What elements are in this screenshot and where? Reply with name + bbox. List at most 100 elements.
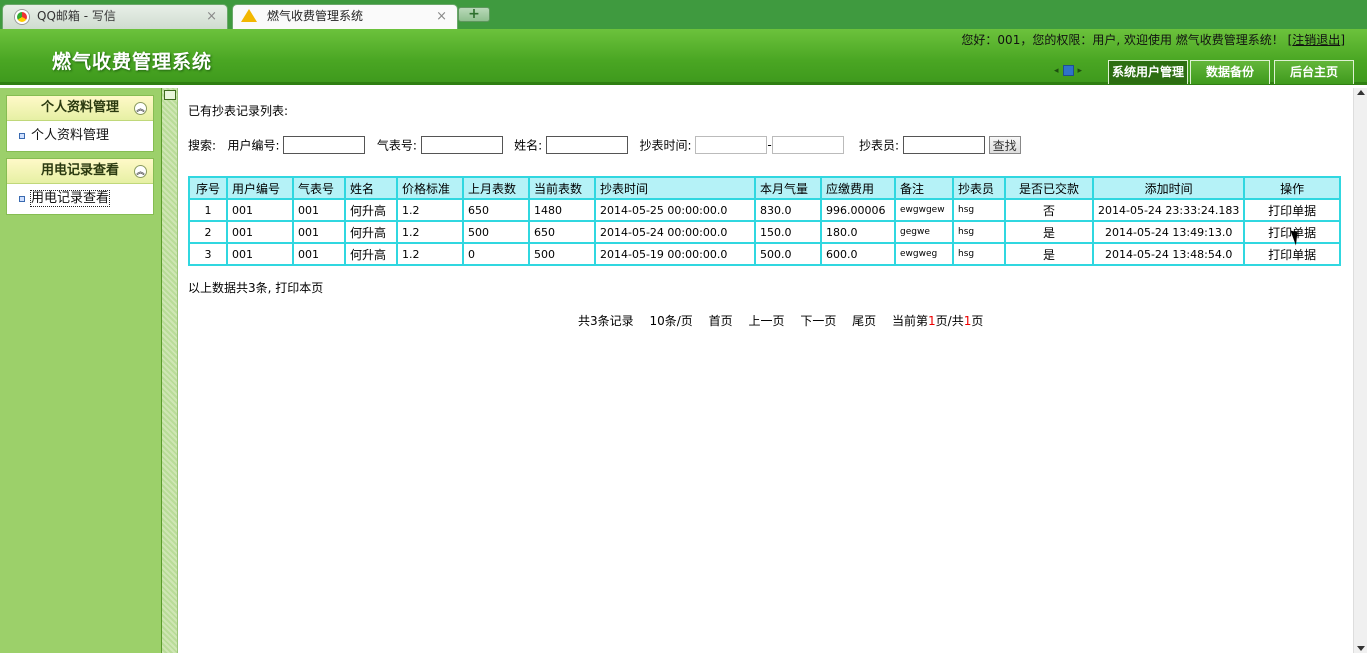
table-cell: 1.2	[396, 220, 464, 244]
vertical-scrollbar[interactable]	[1353, 88, 1367, 653]
table-cell: 2014-05-24 13:49:13.0	[1091, 220, 1246, 244]
pager-total: 共3条记录	[578, 314, 634, 328]
column-header: 抄表员	[952, 176, 1006, 200]
column-header: 价格标准	[396, 176, 464, 200]
search-button[interactable]: 查找	[988, 136, 1021, 154]
pager-current-page: 1	[928, 314, 936, 328]
table-row: 2 001 001 何升高 1.2 500 650 2014-05-24 00:…	[188, 220, 1341, 244]
reader-label: 抄表员:	[858, 138, 900, 153]
table-cell: 0	[462, 242, 530, 266]
sidebar-panel-header[interactable]: 个人资料管理 ︽	[7, 96, 153, 121]
reader-input[interactable]	[902, 136, 985, 154]
table-cell: 否	[1004, 198, 1094, 222]
sidebar-item-profile[interactable]: 个人资料管理	[7, 121, 153, 151]
table-cell: hsg	[952, 198, 1006, 222]
pager-first-link[interactable]: 首页	[709, 314, 733, 328]
splitter-handle-icon[interactable]	[164, 90, 176, 100]
pager-current-prefix: 当前第	[892, 314, 929, 328]
pma-icon	[241, 9, 257, 22]
meter-input[interactable]	[420, 136, 503, 154]
table-cell: 001	[226, 198, 294, 222]
column-header: 气表号	[292, 176, 346, 200]
chevron-left-icon[interactable]: ◂	[1054, 66, 1059, 76]
nav-tab-home[interactable]: 后台主页	[1274, 60, 1354, 84]
table-cell: 2	[188, 220, 228, 244]
browser-tab-gas-system[interactable]: 燃气收费管理系统 ×	[232, 4, 458, 29]
print-receipt-link[interactable]: 打印单据	[1243, 198, 1341, 222]
table-cell: 500	[462, 220, 530, 244]
table-cell: 001	[292, 242, 346, 266]
table-cell: 1.2	[396, 198, 464, 222]
table-row: 1 001 001 何升高 1.2 650 1480 2014-05-25 00…	[188, 198, 1341, 222]
browser-tab-title: QQ邮箱 - 写信	[37, 9, 116, 23]
pager-current-mid: 页/共	[935, 314, 964, 328]
table-cell: 001	[292, 220, 346, 244]
table-header-row: 序号 用户编号 气表号 姓名 价格标准 上月表数 当前表数 抄表时间 本月气量 …	[188, 176, 1341, 200]
close-icon[interactable]: ×	[206, 5, 217, 28]
column-header: 操作	[1243, 176, 1341, 200]
table-cell: 650	[462, 198, 530, 222]
sidebar-panel-records: 用电记录查看 ︽ 用电记录查看	[6, 158, 154, 215]
table-cell: 996.00006	[820, 198, 896, 222]
search-bar: 搜索: 用户编号: 气表号: 姓名: 抄表时间: - 抄表员: 查找	[188, 136, 1021, 158]
column-header: 备注	[894, 176, 954, 200]
column-header: 是否已交款	[1004, 176, 1094, 200]
table-cell: 是	[1004, 242, 1094, 266]
collapse-icon[interactable]: ︽	[134, 102, 147, 115]
list-title: 已有抄表记录列表:	[188, 104, 289, 118]
table-cell: 1.2	[396, 242, 464, 266]
user-id-label: 用户编号:	[227, 138, 280, 153]
table-cell: 2014-05-24 00:00:00.0	[594, 220, 756, 244]
table-cell: 2014-05-24 23:33:24.183	[1091, 198, 1246, 222]
pager-last-link[interactable]: 尾页	[852, 314, 876, 328]
collapse-icon[interactable]: ︽	[134, 165, 147, 178]
table-cell: 150.0	[754, 220, 822, 244]
pagination: 共3条记录 10条/页 首页 上一页 下一页 尾页 当前第1页/共1页	[578, 312, 995, 329]
sidebar-panel-header[interactable]: 用电记录查看 ︽	[7, 159, 153, 184]
browser-tabstrip: QQ邮箱 - 写信 × 燃气收费管理系统 × +	[0, 0, 1367, 29]
table-cell: ewgweg	[894, 242, 954, 266]
nav-tab-user-management[interactable]: 系统用户管理	[1108, 60, 1188, 84]
sidebar-item-label: 用电记录查看	[29, 190, 111, 207]
pager-next-link[interactable]: 下一页	[800, 314, 836, 328]
table-row: 3 001 001 何升高 1.2 0 500 2014-05-19 00:00…	[188, 242, 1341, 266]
greeting-message: 您好：001，您的权限：用户, 欢迎使用 燃气收费管理系统！	[961, 33, 1284, 47]
column-header: 姓名	[344, 176, 398, 200]
time-from-input[interactable]	[695, 136, 768, 154]
table-cell: 180.0	[820, 220, 896, 244]
time-label: 抄表时间:	[639, 138, 692, 153]
nav-tab-data-backup[interactable]: 数据备份	[1190, 60, 1270, 84]
sidebar-splitter[interactable]	[161, 88, 178, 653]
print-receipt-link[interactable]: 打印单据	[1243, 242, 1341, 266]
column-header: 应缴费用	[820, 176, 896, 200]
column-header: 添加时间	[1091, 176, 1246, 200]
sidebar-item-label: 个人资料管理	[31, 128, 110, 143]
time-to-input[interactable]	[771, 136, 844, 154]
scroll-up-icon[interactable]	[1357, 90, 1365, 95]
new-tab-button[interactable]: +	[458, 7, 490, 22]
table-cell: 001	[226, 220, 294, 244]
sidebar-panel-profile: 个人资料管理 ︽ 个人资料管理	[6, 95, 154, 152]
table-cell: gegwe	[894, 220, 954, 244]
column-header: 用户编号	[226, 176, 294, 200]
table-cell: 001	[226, 242, 294, 266]
table-cell: ewgwgew	[894, 198, 954, 222]
user-id-input[interactable]	[283, 136, 366, 154]
pager-prev-link[interactable]: 上一页	[748, 314, 784, 328]
records-table: 序号 用户编号 气表号 姓名 价格标准 上月表数 当前表数 抄表时间 本月气量 …	[188, 176, 1341, 266]
table-cell: 是	[1004, 220, 1094, 244]
scroll-down-icon[interactable]	[1357, 646, 1365, 651]
logout-link[interactable]: 注销退出	[1292, 33, 1340, 47]
logout-bracket: ]	[1340, 33, 1345, 47]
close-icon[interactable]: ×	[436, 5, 447, 28]
summary-text[interactable]: 以上数据共3条, 打印本页	[188, 279, 323, 296]
table-cell: 2014-05-25 00:00:00.0	[594, 198, 756, 222]
chevron-right-icon[interactable]: ▸	[1078, 66, 1083, 76]
browser-tab-qqmail[interactable]: QQ邮箱 - 写信 ×	[2, 4, 228, 29]
name-input[interactable]	[546, 136, 629, 154]
name-label: 姓名:	[514, 138, 543, 153]
column-header: 本月气量	[754, 176, 822, 200]
sidebar-panel-title: 用电记录查看	[40, 163, 119, 178]
sidebar-item-records[interactable]: 用电记录查看	[7, 184, 153, 214]
table-cell: 2014-05-19 00:00:00.0	[594, 242, 756, 266]
